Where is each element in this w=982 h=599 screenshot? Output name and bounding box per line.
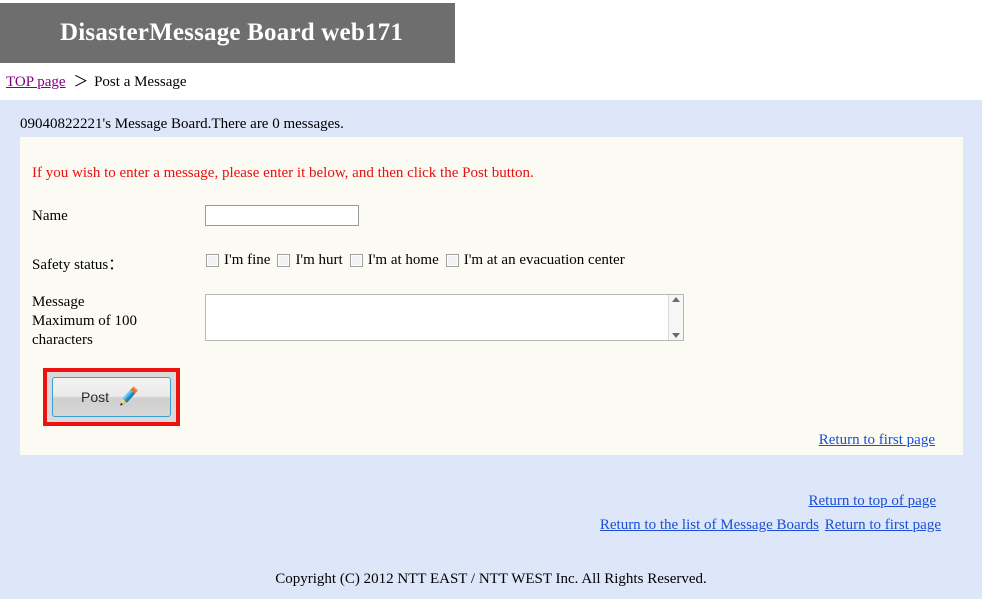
name-field-label: Name [32,208,68,224]
scroll-down-arrow-icon[interactable] [672,333,680,338]
link-return-to-first-page-panel[interactable]: Return to first page [819,432,935,448]
safety-option-label: I'm hurt [295,252,343,268]
safety-option-im-hurt[interactable]: I'm hurt [277,252,343,269]
checkbox-icon[interactable] [445,254,459,267]
post-button-label: Post [80,389,109,405]
breadcrumb-current: Post a Message [94,74,187,90]
safety-option-im-at-evacuation-center[interactable]: I'm at an evacuation center [445,252,625,269]
page-title: DisasterMessage Board web171 [60,19,404,46]
scroll-up-arrow-icon[interactable] [672,297,680,302]
footer-return-top-wrap: Return to top of page [809,493,936,510]
safety-option-label: I'm at an evacuation center [463,252,625,268]
breadcrumb: TOP page ＞ Post a Message [6,70,187,91]
board-status-text: 09040822221's Message Board.There are 0 … [20,116,344,132]
safety-option-label: I'm at home [367,252,439,268]
safety-option-im-fine[interactable]: I'm fine [206,252,270,269]
post-button[interactable]: Post [52,377,171,417]
link-return-to-top-of-page[interactable]: Return to top of page [809,493,936,509]
safety-status-label: Safety status： [32,257,124,273]
safety-status-checkbox-group: I'm fine I'm hurt I'm at home I'm at an … [206,252,632,269]
safety-option-im-at-home[interactable]: I'm at home [349,252,439,269]
copyright-text: Copyright (C) 2012 NTT EAST / NTT WEST I… [275,571,707,587]
footer-links: Return to top of page Return to the list… [0,493,982,543]
message-textarea[interactable] [206,295,668,340]
safety-option-label: I'm fine [224,252,271,268]
message-textarea-wrapper [205,294,684,341]
message-field-label: Message Maximum of 100 characters [32,293,182,350]
footer-return-first-wrap: Return to first page [825,517,941,534]
checkbox-icon[interactable] [206,254,219,267]
checkbox-icon[interactable] [277,254,291,267]
link-return-to-list-of-message-boards[interactable]: Return to the list of Message Boards [600,517,819,533]
message-textarea-scrollbar[interactable] [668,295,683,340]
message-label-line-2: Maximum of 100 [32,313,137,329]
pencil-icon [114,384,142,410]
breadcrumb-link-top-page[interactable]: TOP page [6,74,66,90]
header-banner: DisasterMessage Board web171 [0,3,455,63]
message-label-line-3: characters [32,332,93,348]
form-notice-text: If you wish to enter a message, please e… [32,165,534,181]
breadcrumb-separator: ＞ [73,74,89,90]
post-message-form-panel: If you wish to enter a message, please e… [20,137,963,455]
link-return-to-first-page-footer[interactable]: Return to first page [825,517,941,533]
message-label-line-1: Message [32,294,85,310]
name-input[interactable] [205,205,359,226]
panel-return-first-page-link-wrap: Return to first page [819,432,935,449]
checkbox-icon[interactable] [349,254,363,267]
post-button-highlight: Post [43,368,180,426]
footer-return-list-wrap: Return to the list of Message Boards [600,517,819,534]
